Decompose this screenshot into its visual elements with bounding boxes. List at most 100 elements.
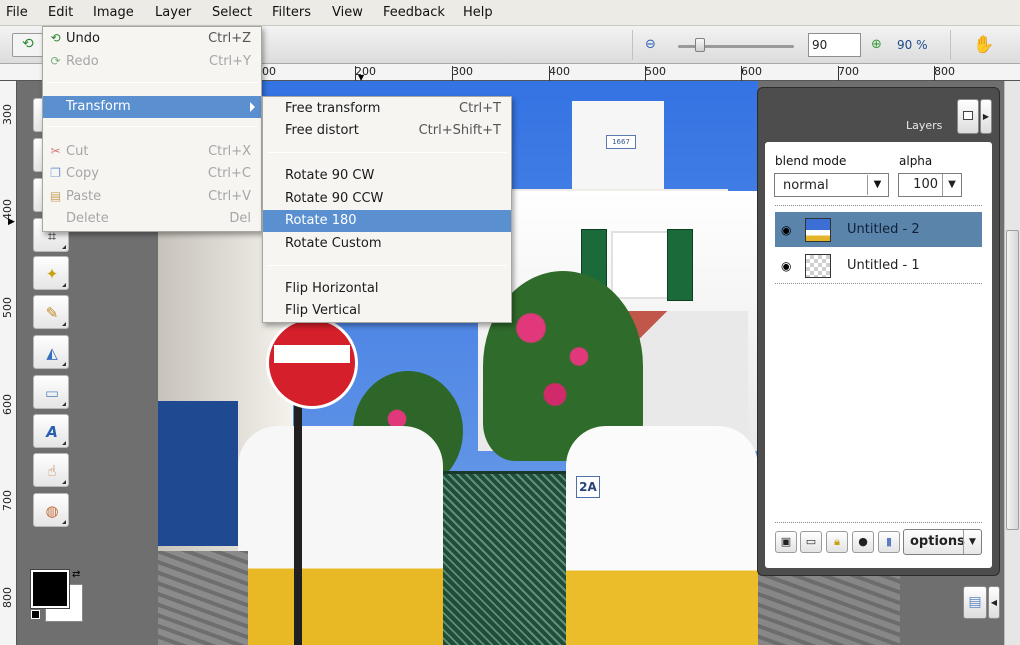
ruler-top-label: 00 — [262, 65, 276, 78]
layer-name: Untitled - 1 — [847, 258, 920, 273]
menu-separator — [267, 265, 507, 266]
undo-toolbar-button[interactable]: ⟲ — [12, 33, 46, 57]
menu-item-transform[interactable]: Transform — [43, 96, 261, 118]
zoom-out-icon[interactable]: ⊖ — [645, 37, 661, 53]
zoom-in-icon[interactable]: ⊕ — [871, 37, 887, 53]
ruler-tick — [355, 66, 356, 81]
ruler-top-label: 300 — [452, 65, 473, 78]
undo-icon: ⟲ — [50, 31, 61, 45]
arrow-left-icon: ◀ — [990, 598, 998, 607]
menu-item-flip-vertical[interactable]: Flip Vertical — [263, 300, 511, 322]
blend-mode-select[interactable]: normal ▼ — [774, 173, 889, 197]
lock-layer-button[interactable]: 🔒︎ — [826, 531, 848, 553]
chevron-down-icon[interactable]: ▼ — [942, 174, 961, 196]
menu-item-rotate-90-ccw[interactable]: Rotate 90 CCW — [263, 188, 511, 210]
ruler-tick — [838, 66, 839, 81]
effects-icon: ● — [858, 535, 868, 548]
magic-wand-tool[interactable]: ✦ — [33, 256, 69, 290]
hand-icon[interactable]: ✋ — [973, 35, 994, 55]
menu-item-paste[interactable]: ▤ Paste Ctrl+V — [43, 186, 261, 208]
menu-separator — [47, 82, 257, 83]
menu-edit[interactable]: Edit — [48, 5, 73, 20]
history-panel-button[interactable]: ▤ — [963, 586, 987, 619]
layers-panel-collapse-button[interactable]: ▶ — [980, 99, 992, 134]
layers-icon — [963, 111, 973, 120]
menu-item-free-transform[interactable]: Free transform Ctrl+T — [263, 98, 511, 120]
color-picker-icon: ◍ — [45, 502, 59, 520]
canvas-wall-left — [238, 426, 443, 645]
new-layer-button[interactable]: ▣ — [775, 531, 797, 553]
copy-icon: ❐ — [50, 166, 61, 180]
menu-item-cut[interactable]: ✂ Cut Ctrl+X — [43, 141, 261, 163]
canvas-window — [611, 231, 669, 299]
ruler-left-label: 700 — [1, 490, 14, 511]
menu-bar: File Edit Image Layer Select Filters Vie… — [0, 0, 1020, 26]
zoom-input[interactable]: 90 — [808, 33, 861, 57]
arrow-right-icon: ▶ — [982, 112, 990, 121]
layer-name: Untitled - 2 — [847, 222, 920, 237]
layer-row[interactable]: ◉ Untitled - 2 — [775, 212, 982, 247]
history-panel-arrow[interactable]: ◀ — [988, 586, 1000, 619]
layer-thumbnail — [805, 254, 831, 278]
menu-select[interactable]: Select — [212, 5, 252, 20]
zoom-slider-knob[interactable] — [695, 38, 705, 52]
text-icon: A — [46, 423, 58, 441]
menu-item-copy[interactable]: ❐ Copy Ctrl+C — [43, 163, 261, 185]
menu-item-flip-horizontal[interactable]: Flip Horizontal — [263, 278, 511, 300]
ruler-left-label: 300 — [1, 104, 14, 125]
canvas-shutter — [667, 229, 693, 301]
canvas-sign-pole — [294, 381, 302, 645]
menu-help[interactable]: Help — [463, 5, 493, 20]
swap-colors-icon[interactable]: ⇄ — [72, 569, 80, 580]
menu-feedback[interactable]: Feedback — [383, 5, 445, 20]
layer-thumbnail — [805, 218, 831, 242]
ruler-tick — [549, 66, 550, 81]
smudge-tool[interactable]: ☝ — [33, 453, 69, 487]
new-folder-button[interactable]: ▭ — [800, 531, 822, 553]
paint-bucket-tool[interactable]: ◭ — [33, 335, 69, 369]
menu-view[interactable]: View — [332, 5, 363, 20]
edit-menu: ⟲ Undo Ctrl+Z ⟳ Redo Ctrl+Y Transform ✂ … — [42, 26, 262, 232]
menu-separator — [47, 126, 257, 127]
color-picker-tool[interactable]: ◍ — [33, 493, 69, 527]
canvas-tower — [572, 101, 664, 201]
canvas-wall-right — [566, 426, 758, 645]
submenu-arrow-icon — [250, 102, 255, 112]
menu-separator — [267, 152, 507, 153]
redo-icon: ⟳ — [50, 54, 61, 68]
ruler-left-label: 800 — [1, 587, 14, 608]
menu-item-free-distort[interactable]: Free distort Ctrl+Shift+T — [263, 120, 511, 142]
menu-item-rotate-custom[interactable]: Rotate Custom — [263, 233, 511, 255]
rectangle-tool[interactable]: ▭ — [33, 375, 69, 409]
menu-item-delete[interactable]: Delete Del — [43, 208, 261, 230]
pencil-tool[interactable]: ✎ — [33, 295, 69, 329]
layer-effects-button[interactable]: ● — [852, 531, 874, 553]
layers-panel-toggle-button[interactable] — [957, 99, 979, 134]
paint-bucket-icon: ◭ — [46, 344, 58, 362]
layers-panel-title: Layers — [906, 119, 943, 132]
menu-item-redo[interactable]: ⟳ Redo Ctrl+Y — [43, 51, 261, 73]
toolbar-divider — [632, 30, 633, 60]
foreground-color-swatch[interactable] — [30, 569, 70, 609]
menu-item-undo[interactable]: ⟲ Undo Ctrl+Z — [43, 28, 261, 50]
chevron-down-icon[interactable]: ▼ — [963, 530, 981, 554]
menu-item-rotate-180[interactable]: Rotate 180 — [263, 210, 511, 232]
text-tool[interactable]: A — [33, 414, 69, 448]
vertical-scrollbar-thumb[interactable] — [1006, 230, 1019, 530]
lock-icon: 🔒︎ — [834, 535, 840, 548]
canvas-no-entry-sign — [266, 317, 358, 409]
divider — [775, 283, 982, 284]
delete-layer-button[interactable]: ▮ — [878, 531, 900, 553]
menu-file[interactable]: File — [6, 5, 28, 20]
ruler-top-label: 500 — [645, 65, 666, 78]
eye-icon[interactable]: ◉ — [781, 223, 791, 237]
eye-icon[interactable]: ◉ — [781, 259, 791, 273]
layer-row[interactable]: ◉ Untitled - 1 — [775, 248, 982, 283]
canvas-house-number: 2A — [576, 476, 600, 498]
canvas-gate — [443, 471, 566, 645]
menu-item-rotate-90-cw[interactable]: Rotate 90 CW — [263, 165, 511, 187]
menu-image[interactable]: Image — [93, 5, 134, 20]
menu-filters[interactable]: Filters — [272, 5, 311, 20]
reset-colors-icon[interactable] — [31, 610, 40, 619]
menu-layer[interactable]: Layer — [155, 5, 191, 20]
